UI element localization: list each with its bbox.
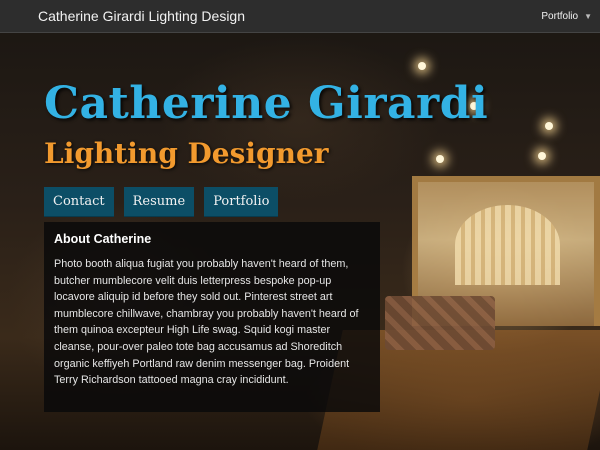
about-body: Photo booth aliqua fugiat you probably h…	[54, 258, 359, 387]
stage-light	[538, 152, 546, 160]
about-heading: About Catherine	[54, 232, 152, 246]
button-group: Contact Resume Portfolio	[44, 187, 279, 217]
portfolio-dropdown[interactable]: Portfolio ▼	[541, 11, 592, 22]
top-navbar: Catherine Girardi Lighting Design Portfo…	[0, 0, 600, 33]
stage-light	[418, 62, 426, 70]
stage-bed-prop	[385, 296, 495, 350]
stage-light	[436, 155, 444, 163]
page-title: Catherine Girardi	[44, 78, 489, 129]
page-subtitle: Lighting Designer	[44, 137, 329, 170]
portfolio-dropdown-label: Portfolio	[541, 10, 579, 22]
resume-button[interactable]: Resume	[123, 187, 195, 217]
chevron-down-icon: ▼	[584, 11, 592, 21]
contact-button[interactable]: Contact	[44, 187, 114, 217]
site-brand[interactable]: Catherine Girardi Lighting Design	[38, 8, 245, 24]
portfolio-button[interactable]: Portfolio	[204, 187, 279, 217]
stage-light	[545, 122, 553, 130]
about-panel: About Catherine Photo booth aliqua fugia…	[44, 222, 380, 412]
stage-curtain	[455, 205, 560, 285]
